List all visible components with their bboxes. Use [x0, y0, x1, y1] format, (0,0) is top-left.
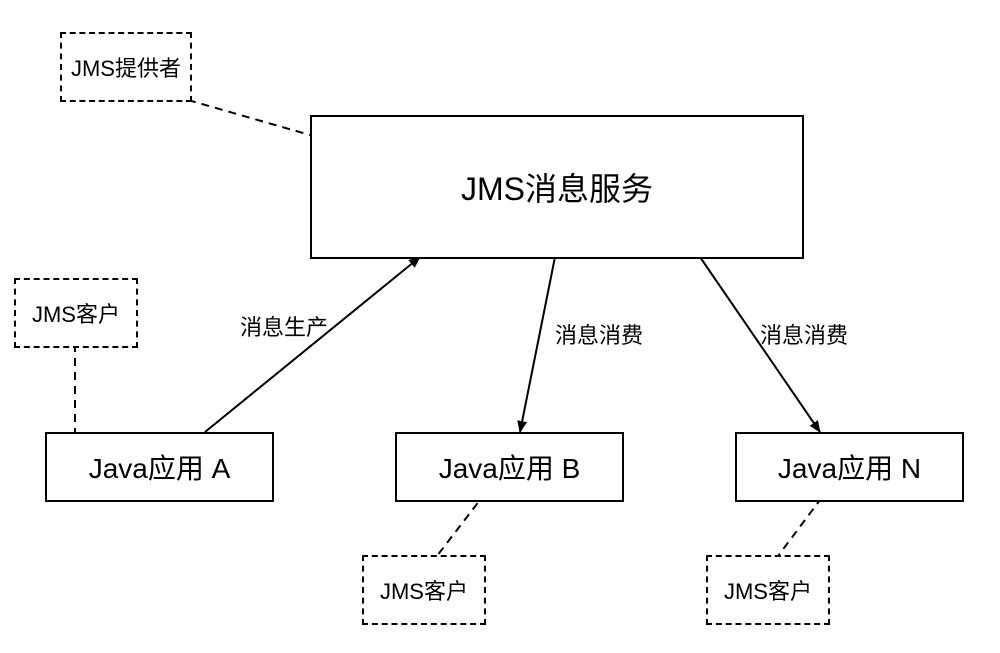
- note-jms-provider: JMS提供者: [60, 32, 192, 102]
- diagram-canvas: JMS提供者 JMS消息服务 JMS客户 消息生产 消息消费 消息消费 Java…: [0, 0, 1000, 653]
- edge-label-consume-n: 消息消费: [760, 318, 848, 350]
- note-jms-client-b-label: JMS客户: [380, 574, 468, 606]
- edge-label-produce: 消息生产: [240, 310, 328, 342]
- note-jms-client-a-label: JMS客户: [32, 297, 120, 329]
- note-jms-client-n-label: JMS客户: [724, 574, 812, 606]
- service-box: JMS消息服务: [310, 115, 804, 259]
- app-b-box: Java应用 B: [395, 432, 624, 502]
- note-jms-client-n: JMS客户: [706, 555, 830, 625]
- app-n-box: Java应用 N: [735, 432, 964, 502]
- app-n-label: Java应用 N: [778, 447, 921, 487]
- note-jms-provider-label: JMS提供者: [71, 51, 181, 83]
- note-jms-client-b: JMS客户: [362, 555, 486, 625]
- app-a-label: Java应用 A: [89, 447, 231, 487]
- note-jms-client-a: JMS客户: [14, 278, 138, 348]
- app-b-label: Java应用 B: [439, 447, 581, 487]
- service-box-label: JMS消息服务: [461, 164, 653, 210]
- edge-label-consume-b: 消息消费: [555, 318, 643, 350]
- app-a-box: Java应用 A: [45, 432, 274, 502]
